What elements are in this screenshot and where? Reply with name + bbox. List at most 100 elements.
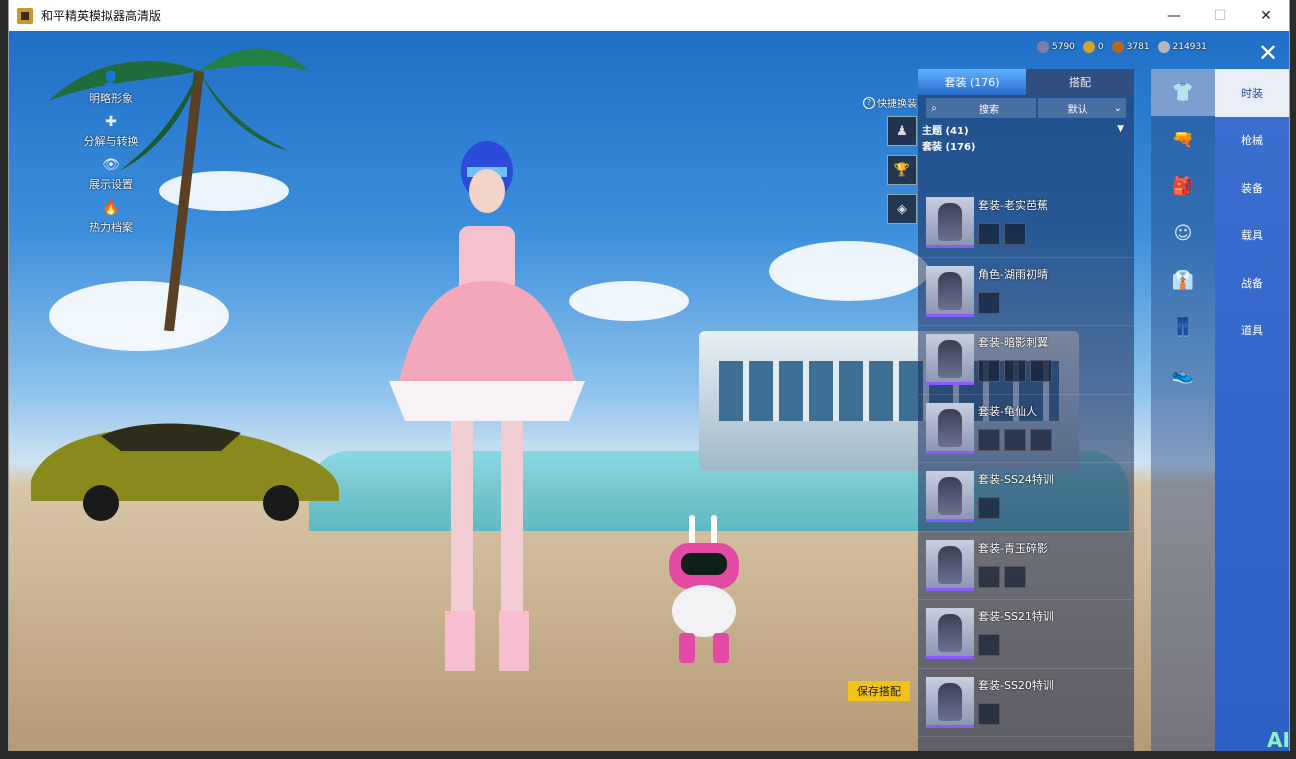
part-thumbnail[interactable]	[978, 565, 1000, 588]
outfit-thumbnail	[926, 608, 974, 659]
category-filter[interactable]: 主题 (41) 套装 (176) ▼	[918, 118, 1134, 156]
pet-robot-model	[669, 515, 739, 663]
outfit-thumbnail	[926, 265, 974, 317]
list-item[interactable]: 套装-龟仙人	[918, 395, 1134, 463]
part-thumbnail[interactable]	[1004, 428, 1026, 451]
outfit-thumbnail	[926, 539, 974, 591]
list-item[interactable]: 套装-暗影刺翼	[918, 326, 1134, 395]
part-thumbnail[interactable]	[978, 702, 1000, 725]
outfit-parts	[978, 634, 1000, 656]
diamond-icon	[1157, 41, 1170, 53]
game-viewport[interactable]: 👤 明略形象 ✚ 分解与转换 👁 展示设置 🔥 热力档案 ? 快捷换装 ♟ 🏆 …	[9, 31, 1289, 751]
sort-value: 默认	[1067, 104, 1088, 116]
quick-outfit-label[interactable]: ? 快捷换装	[863, 95, 917, 110]
emblem-icon[interactable]: ◈	[887, 194, 917, 224]
currency-value: 5790	[1052, 42, 1075, 52]
flame-icon: 🔥	[102, 200, 120, 216]
part-thumbnail[interactable]	[978, 223, 1000, 245]
currency-value: 0	[1097, 42, 1104, 52]
outfit-name: 套装-暗影刺翼	[978, 336, 1048, 349]
part-thumbnail[interactable]	[978, 497, 1000, 519]
backpack-icon[interactable]: 🎒	[1151, 163, 1215, 210]
nav-fashion[interactable]: 时装	[1215, 69, 1289, 117]
search-input[interactable]: ⌕ 搜索	[926, 98, 1036, 118]
chevron-down-icon: ⌄	[1113, 102, 1122, 114]
app-logo-icon	[17, 7, 33, 24]
currency-token: 5790	[1037, 41, 1075, 53]
list-item[interactable]: 套装-青玉碎影	[918, 532, 1134, 600]
nav-battle-prep[interactable]: 战备	[1215, 259, 1289, 307]
outfit-name: 角色-湖雨初晴	[978, 267, 1048, 281]
list-item[interactable]: 角色-湖雨初晴	[918, 258, 1134, 326]
minimize-button[interactable]: —	[1151, 0, 1197, 31]
menu-item-decompose[interactable]: ✚ 分解与转换	[71, 112, 151, 149]
outfit-parts	[978, 702, 1000, 725]
outfit-slot-icon[interactable]: ♟	[887, 116, 917, 146]
dropdown-arrow-icon[interactable]: ▼	[1117, 124, 1124, 134]
menu-label: 展示设置	[89, 178, 133, 191]
top-icon[interactable]: 👔	[1151, 257, 1215, 304]
nav-items[interactable]: 道具	[1215, 307, 1289, 355]
list-item[interactable]: 套装-SS20特训	[918, 669, 1134, 737]
list-item[interactable]: 套装-SS21特训	[918, 600, 1134, 669]
outfit-name: 套装-青玉碎影	[978, 541, 1048, 555]
token-icon	[1037, 41, 1049, 53]
menu-item-appearance[interactable]: 👤 明略形象	[71, 69, 151, 106]
filter-theme[interactable]: 主题 (41)	[922, 124, 1130, 140]
filter-suits[interactable]: 套装 (176)	[922, 140, 1130, 156]
outfit-list-panel: 套装 (176) 搭配 ⌕ 搜索 默认 ⌄ 主题 (41) 套装 (176) ▼	[918, 69, 1134, 751]
sort-dropdown[interactable]: 默认 ⌄	[1038, 98, 1126, 118]
help-icon: ?	[863, 96, 875, 109]
close-window-button[interactable]: ✕	[1243, 0, 1289, 31]
gun-skin-icon[interactable]: 🔫	[1151, 116, 1215, 163]
face-icon[interactable]: ☺	[1151, 210, 1215, 257]
part-thumbnail[interactable]	[978, 634, 1000, 656]
app-window: 和平精英模拟器高清版 — ☐ ✕ 👤 明略形象 ✚ 分解与转换 👁 展示设置 🔥…	[8, 0, 1290, 751]
part-thumbnail[interactable]	[978, 291, 1000, 314]
list-item[interactable]: 套装-SS24特训	[918, 463, 1134, 532]
part-thumbnail[interactable]	[1004, 360, 1026, 382]
currency-value: 214931	[1172, 42, 1207, 52]
coin-gold-icon	[1082, 41, 1095, 53]
main-category-nav: 时装 枪械 装备 载具 战备 道具	[1215, 69, 1289, 751]
quick-outfit-text: 快捷换装	[877, 99, 917, 110]
title-bar: 和平精英模拟器高清版 — ☐ ✕	[9, 0, 1289, 31]
outfit-category-icon[interactable]: 👕	[1151, 69, 1215, 116]
outfit-thumbnail	[926, 197, 974, 248]
search-bar: ⌕ 搜索 默认 ⌄	[926, 98, 1126, 118]
part-thumbnail[interactable]	[1004, 565, 1026, 588]
cloud-shape	[769, 241, 929, 301]
tab-suits[interactable]: 套装 (176)	[918, 69, 1026, 95]
currency-gold-coin: 0	[1082, 41, 1104, 53]
outfit-parts	[978, 565, 1026, 588]
shoes-icon[interactable]: 👟	[1151, 351, 1215, 398]
part-thumbnail[interactable]	[1004, 223, 1026, 245]
part-thumbnail[interactable]	[1030, 428, 1052, 451]
part-thumbnail[interactable]	[978, 428, 1000, 451]
maximize-button[interactable]: ☐	[1197, 0, 1243, 31]
close-wardrobe-icon[interactable]: ✕	[1253, 38, 1283, 68]
outfit-name: 套装-老实芭蕉	[978, 199, 1048, 212]
part-thumbnail[interactable]	[1030, 360, 1052, 382]
pants-icon[interactable]: 👖	[1151, 304, 1215, 351]
outfit-parts	[978, 223, 1026, 245]
left-side-menu: 👤 明略形象 ✚ 分解与转换 👁 展示设置 🔥 热力档案	[71, 69, 151, 241]
part-thumbnail[interactable]	[978, 360, 1000, 382]
outfit-parts	[978, 291, 1000, 314]
tab-combinations[interactable]: 搭配	[1026, 69, 1134, 95]
outfit-thumbnail	[926, 334, 974, 385]
search-placeholder: 搜索	[979, 104, 999, 116]
trophy-icon[interactable]: 🏆	[887, 155, 917, 185]
window-title: 和平精英模拟器高清版	[41, 9, 162, 23]
outfit-name: 套装-SS21特训	[978, 610, 1054, 623]
menu-item-heat-archive[interactable]: 🔥 热力档案	[71, 198, 151, 235]
menu-label: 分解与转换	[83, 135, 139, 148]
ai-watermark: AI	[1267, 728, 1289, 751]
save-outfit-button[interactable]: 保存搭配	[848, 681, 910, 701]
currency-bar: 5790 0 3781 214931	[1037, 41, 1207, 53]
list-item[interactable]: 套装-老实芭蕉	[918, 189, 1134, 258]
menu-item-display-settings[interactable]: 👁 展示设置	[71, 155, 151, 192]
nav-equipment[interactable]: 装备	[1215, 164, 1289, 212]
nav-vehicles[interactable]: 载具	[1215, 212, 1289, 260]
nav-weapons[interactable]: 枪械	[1215, 117, 1289, 165]
